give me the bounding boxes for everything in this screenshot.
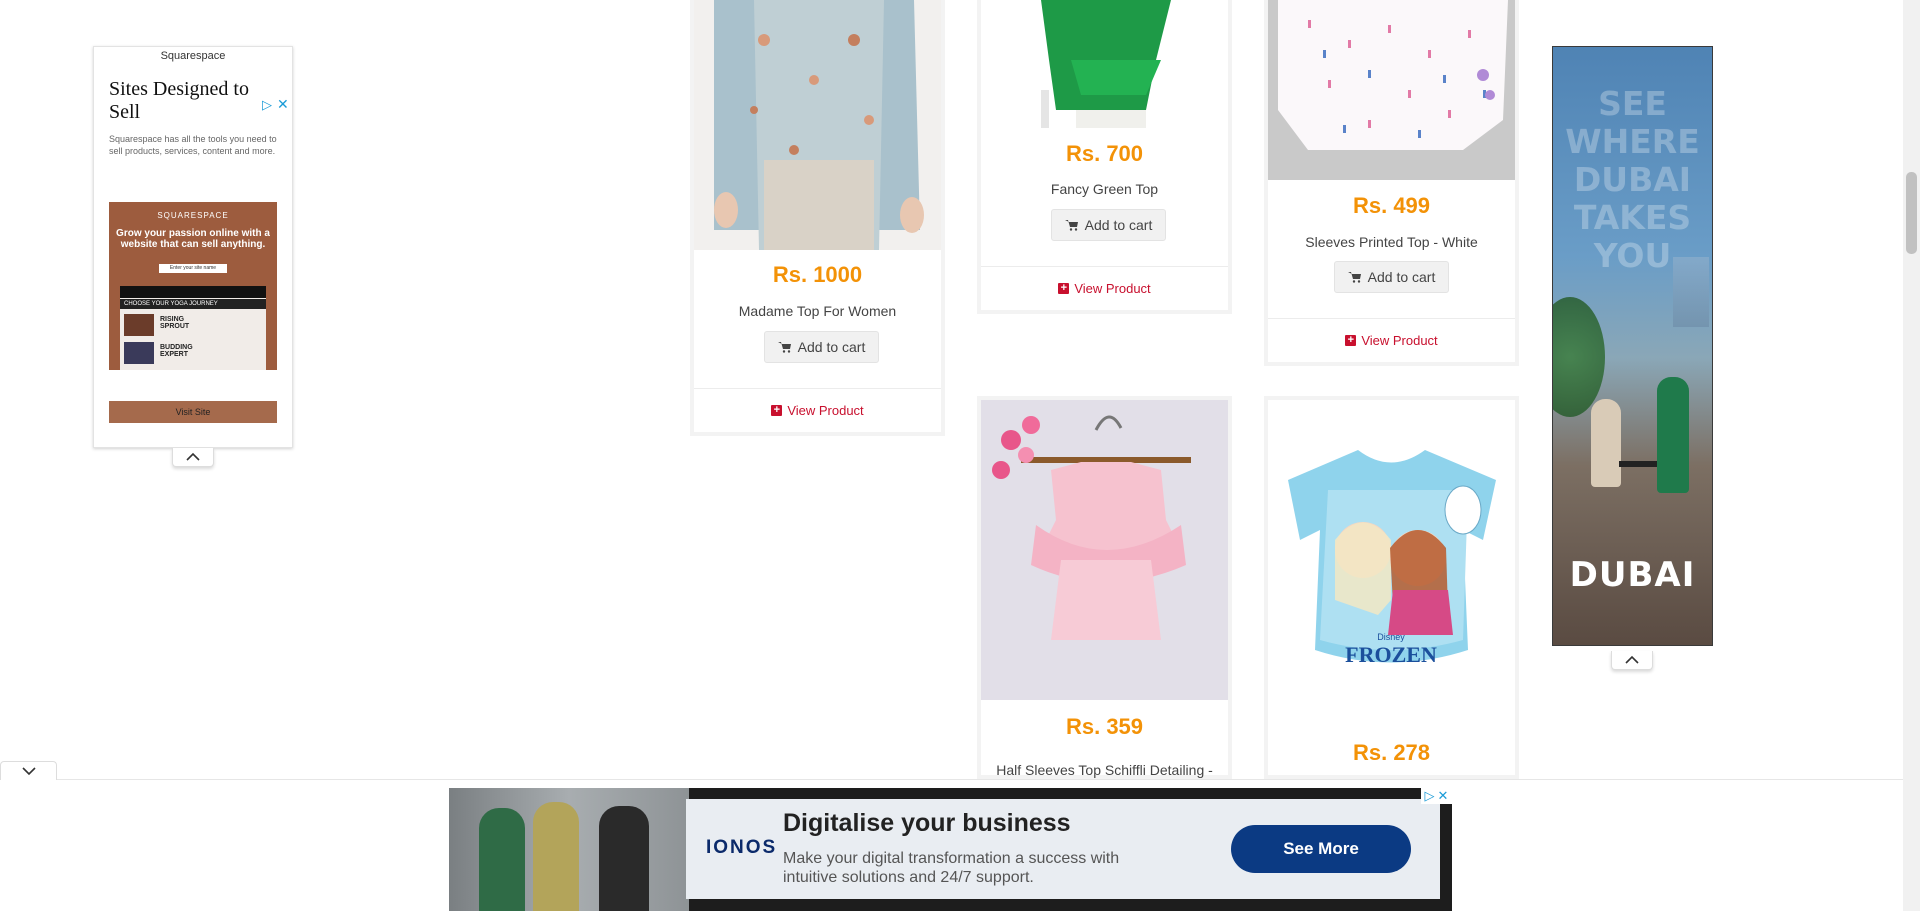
- frozen-image-text: FROZEN: [1345, 642, 1437, 667]
- ad-title[interactable]: Digitalise your business: [783, 809, 1071, 838]
- creative-headline: Grow your passion online with a website …: [116, 228, 270, 250]
- view-product-link[interactable]: + View Product: [694, 403, 941, 418]
- ad-photo: [449, 788, 689, 911]
- product-image[interactable]: Disney FROZEN: [1268, 400, 1515, 700]
- scrollbar-thumb[interactable]: [1906, 172, 1917, 254]
- product-card-fancy-green-top: Rs. 700 Fancy Green Top Add to cart + Vi…: [977, 0, 1232, 314]
- anchor-ad-border: [0, 779, 1903, 780]
- plus-square-icon: +: [1058, 283, 1070, 294]
- product-image[interactable]: [694, 0, 941, 250]
- ad-controls[interactable]: ▷ ✕: [1421, 788, 1452, 804]
- card-divider: [1268, 318, 1515, 319]
- ad-description: Make your digital transformation a succe…: [783, 850, 1120, 886]
- view-product-label: View Product: [787, 403, 864, 418]
- chevron-down-icon: [21, 767, 36, 776]
- ad-close-icon[interactable]: ✕: [277, 96, 289, 113]
- product-card-frozen-top: Disney FROZEN Rs. 278: [1264, 396, 1519, 779]
- preview-navbar: [120, 286, 266, 298]
- creative-website-preview: CHOOSE YOUR YOGA JOURNEY RISING SPROUT B…: [120, 286, 266, 370]
- plus-square-icon: +: [1345, 335, 1357, 346]
- add-to-cart-button[interactable]: Add to cart: [764, 331, 879, 363]
- adchoices-icon[interactable]: ▷: [262, 97, 272, 113]
- product-name[interactable]: Sleeves Printed Top - White: [1268, 234, 1515, 250]
- shopping-cart-icon: [1347, 272, 1361, 283]
- person-seated-right: [1657, 377, 1689, 493]
- anchor-ad-collapse-button[interactable]: [0, 761, 57, 780]
- chevron-up-icon: [186, 452, 200, 461]
- preview-thumb-1: [124, 314, 154, 336]
- ad-creative-image[interactable]: SQUARESPACE Grow your passion online wit…: [109, 202, 277, 370]
- cafe-table: [1619, 461, 1657, 467]
- product-card-sleeves-printed-top: Rs. 499 Sleeves Printed Top - White Add …: [1264, 0, 1519, 366]
- preview-thumb-2: [124, 342, 154, 364]
- creative-input: Enter your site name: [159, 264, 227, 273]
- preview-item-2: BUDDING EXPERT: [160, 344, 193, 358]
- product-card-madame-top: Rs. 1000 Madame Top For Women Add to car…: [690, 0, 945, 436]
- view-product-label: View Product: [1361, 333, 1438, 348]
- bottom-anchor-ad[interactable]: IONOS Digitalise your business Make your…: [449, 788, 1452, 911]
- product-image[interactable]: [981, 400, 1228, 700]
- printed-top-illustration: [1268, 0, 1515, 180]
- green-top-illustration: [981, 0, 1228, 128]
- ad-content-panel: IONOS Digitalise your business Make your…: [686, 799, 1440, 899]
- preview-item-1: RISING SPROUT: [160, 316, 190, 330]
- ad-description: Squarespace has all the tools you need t…: [109, 134, 277, 156]
- shopping-cart-icon: [777, 342, 791, 353]
- ad-brand: Squarespace: [160, 50, 226, 62]
- page-scrollbar[interactable]: [1903, 0, 1920, 911]
- view-product-link[interactable]: + View Product: [1268, 333, 1515, 348]
- ad-close-icon[interactable]: ✕: [1438, 788, 1449, 804]
- frozen-brand-text: Disney: [1377, 632, 1405, 642]
- see-more-button[interactable]: See More: [1231, 825, 1411, 873]
- photo-person-3: [599, 806, 649, 911]
- photo-person-1: [479, 808, 525, 911]
- product-image[interactable]: [981, 0, 1228, 128]
- add-to-cart-label: Add to cart: [797, 339, 866, 355]
- squarespace-logo: SQUARESPACE: [157, 211, 229, 220]
- view-product-label: View Product: [1074, 281, 1151, 296]
- product-name[interactable]: Fancy Green Top: [981, 181, 1228, 197]
- shopping-cart-icon: [1064, 220, 1078, 231]
- card-divider: [694, 388, 941, 389]
- left-sidebar-ad[interactable]: Squarespace Sites Designed to Sell ▷ ✕ S…: [93, 46, 293, 448]
- palm-tree: [1553, 297, 1605, 417]
- add-to-cart-label: Add to cart: [1367, 269, 1436, 285]
- pink-top-illustration: [981, 400, 1228, 700]
- left-ad-collapse-button[interactable]: [172, 448, 214, 467]
- card-divider: [981, 266, 1228, 267]
- frozen-top-illustration: Disney FROZEN: [1268, 400, 1515, 700]
- right-sidebar-ad[interactable]: SEE WHERE DUBAI TAKES YOU DUBAI: [1552, 46, 1713, 646]
- product-image[interactable]: [1268, 0, 1515, 180]
- view-product-link[interactable]: + View Product: [981, 281, 1228, 296]
- visit-site-button[interactable]: Visit Site: [109, 401, 277, 423]
- product-price: Rs. 499: [1352, 193, 1431, 218]
- dubai-logo: DUBAI: [1569, 555, 1696, 595]
- preview-journey-label: CHOOSE YOUR YOGA JOURNEY: [120, 299, 266, 309]
- product-price: Rs. 359: [1065, 714, 1144, 739]
- adchoices-icon[interactable]: ▷: [1425, 788, 1435, 804]
- madame-top-illustration: [694, 0, 941, 250]
- add-to-cart-label: Add to cart: [1084, 217, 1153, 233]
- add-to-cart-button[interactable]: Add to cart: [1334, 261, 1449, 293]
- product-price: Rs. 278: [1352, 740, 1431, 765]
- ad-headline[interactable]: Sites Designed to Sell: [109, 78, 269, 124]
- product-price: Rs. 1000: [772, 262, 863, 287]
- product-card-half-sleeves-top: Rs. 359 Half Sleeves Top Schiffli Detail…: [977, 396, 1232, 779]
- plus-square-icon: +: [771, 405, 783, 416]
- ad-tagline: SEE WHERE DUBAI TAKES YOU: [1565, 84, 1700, 275]
- product-price: Rs. 700: [1065, 141, 1144, 166]
- person-seated-left: [1591, 399, 1621, 487]
- product-name[interactable]: Half Sleeves Top Schiffli Detailing -: [981, 762, 1228, 778]
- photo-person-2: [533, 802, 579, 911]
- right-ad-collapse-button[interactable]: [1611, 651, 1653, 670]
- ionos-logo: IONOS: [706, 837, 778, 858]
- city-skyline: [1673, 257, 1709, 327]
- product-name[interactable]: Madame Top For Women: [694, 303, 941, 319]
- chevron-up-icon: [1625, 655, 1639, 664]
- add-to-cart-button[interactable]: Add to cart: [1051, 209, 1166, 241]
